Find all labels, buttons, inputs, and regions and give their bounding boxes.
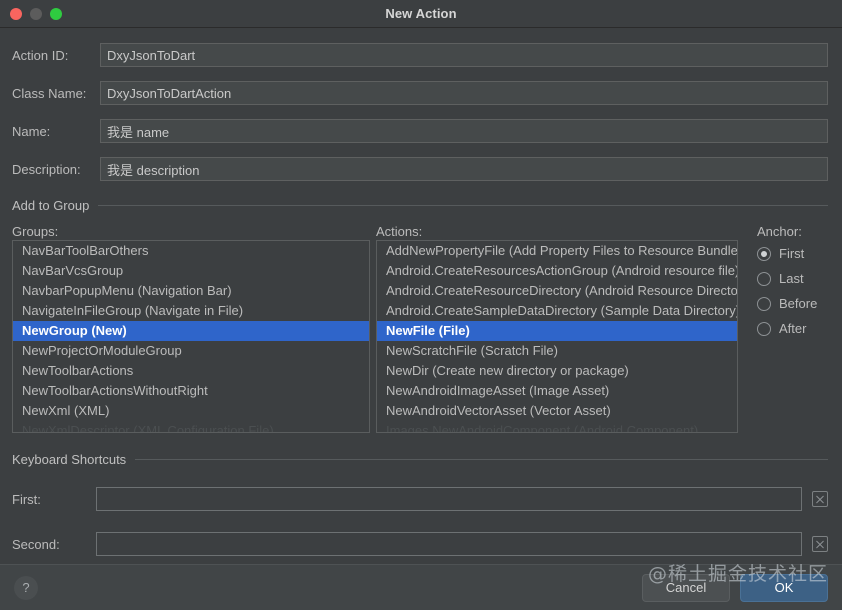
actions-label: Actions: [376, 224, 422, 239]
legend-divider [98, 205, 828, 206]
radio-circle-icon[interactable] [757, 272, 771, 286]
group-list-item[interactable]: NewXml (XML) [13, 401, 369, 421]
action-list-item[interactable]: Images.NewAndroidComponent (Android Comp… [377, 421, 737, 433]
radio-circle-icon[interactable] [757, 297, 771, 311]
group-list-item[interactable]: NavBarToolBarOthers [13, 241, 369, 261]
action-list-item[interactable]: Android.CreateResourcesActionGroup (Andr… [377, 261, 737, 281]
group-list-item[interactable]: NewGroup (New) [13, 321, 369, 341]
first-shortcut-input[interactable] [96, 487, 802, 511]
dialog-body: Action ID: Class Name: Name: Description… [0, 28, 842, 610]
anchor-radio-first[interactable]: First [757, 241, 832, 266]
label-second-shortcut: Second: [12, 537, 96, 552]
legend-divider-2 [135, 459, 828, 460]
shortcut-row-second: Second: [12, 531, 828, 557]
minimize-window-button[interactable] [30, 8, 42, 20]
groups-label: Groups: [12, 224, 58, 239]
anchor-radio-after[interactable]: After [757, 316, 832, 341]
class-name-input[interactable] [100, 81, 828, 105]
label-name: Name: [12, 124, 100, 139]
anchor-radio-label: After [779, 321, 806, 336]
anchor-radio-label: Before [779, 296, 817, 311]
action-list-item[interactable]: NewAndroidImageAsset (Image Asset) [377, 381, 737, 401]
second-shortcut-input[interactable] [96, 532, 802, 556]
field-row-class-name: Class Name: [12, 80, 828, 106]
zoom-window-button[interactable] [50, 8, 62, 20]
description-input[interactable] [100, 157, 828, 181]
action-list-item[interactable]: NewScratchFile (Scratch File) [377, 341, 737, 361]
shortcut-row-first: First: [12, 486, 828, 512]
radio-circle-icon[interactable] [757, 247, 771, 261]
label-description: Description: [12, 162, 100, 177]
question-mark-icon[interactable]: ? [14, 576, 38, 600]
action-id-input[interactable] [100, 43, 828, 67]
label-first-shortcut: First: [12, 492, 96, 507]
label-class-name: Class Name: [12, 86, 100, 101]
anchor-radio-label: Last [779, 271, 804, 286]
cancel-button[interactable]: Cancel [642, 574, 730, 602]
field-row-name: Name: [12, 118, 828, 144]
action-list-item[interactable]: Android.CreateSampleDataDirectory (Sampl… [377, 301, 737, 321]
anchor-radio-last[interactable]: Last [757, 266, 832, 291]
clear-x-icon-first[interactable] [812, 491, 828, 507]
anchor-radio-group[interactable]: First Last Before After [757, 241, 832, 341]
group-list-item[interactable]: NavBarVcsGroup [13, 261, 369, 281]
field-row-description: Description: [12, 156, 828, 182]
group-list-item[interactable]: NewProjectOrModuleGroup [13, 341, 369, 361]
action-list-item[interactable]: NewAndroidVectorAsset (Vector Asset) [377, 401, 737, 421]
actions-listbox[interactable]: AddNewPropertyFile (Add Property Files t… [376, 240, 738, 433]
action-list-item[interactable]: Android.CreateResourceDirectory (Android… [377, 281, 737, 301]
field-row-action-id: Action ID: [12, 42, 828, 68]
ok-button[interactable]: OK [740, 574, 828, 602]
group-list-item[interactable]: NewToolbarActions [13, 361, 369, 381]
dialog-footer: ? Cancel OK [0, 564, 842, 610]
new-action-dialog: New Action Action ID: Class Name: Name: … [0, 0, 842, 610]
keyboard-shortcuts-legend-text: Keyboard Shortcuts [12, 452, 126, 467]
radio-circle-icon[interactable] [757, 322, 771, 336]
group-list-item[interactable]: NewToolbarActionsWithoutRight [13, 381, 369, 401]
title-bar: New Action [0, 0, 842, 28]
anchor-radio-before[interactable]: Before [757, 291, 832, 316]
group-list-item[interactable]: NewXmlDescriptor (XML Configuration File… [13, 421, 369, 433]
close-window-button[interactable] [10, 8, 22, 20]
add-to-group-legend-text: Add to Group [12, 198, 89, 213]
add-to-group-legend: Add to Group [12, 198, 828, 213]
action-list-item[interactable]: AddNewPropertyFile (Add Property Files t… [377, 241, 737, 261]
groups-listbox[interactable]: NavBarToolBarOthersNavBarVcsGroupNavbarP… [12, 240, 370, 433]
anchor-radio-label: First [779, 246, 804, 261]
anchor-label: Anchor: [757, 224, 802, 239]
keyboard-shortcuts-legend: Keyboard Shortcuts [12, 452, 828, 467]
window-title: New Action [0, 6, 842, 21]
label-action-id: Action ID: [12, 48, 100, 63]
action-list-item[interactable]: NewFile (File) [377, 321, 737, 341]
name-input[interactable] [100, 119, 828, 143]
group-list-item[interactable]: NavigateInFileGroup (Navigate in File) [13, 301, 369, 321]
window-controls [0, 8, 62, 20]
action-list-item[interactable]: NewDir (Create new directory or package) [377, 361, 737, 381]
group-list-item[interactable]: NavbarPopupMenu (Navigation Bar) [13, 281, 369, 301]
clear-x-icon-second[interactable] [812, 536, 828, 552]
